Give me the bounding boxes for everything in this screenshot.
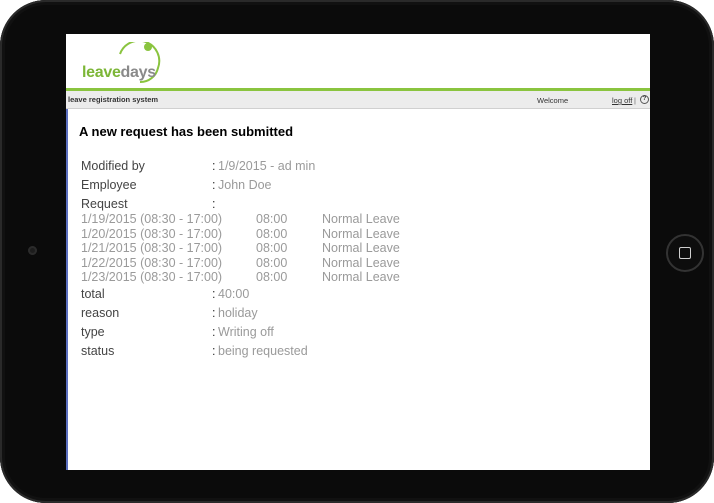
field-value: John Doe <box>218 178 272 192</box>
system-name: leave registration system <box>68 95 159 104</box>
logo-text-leave: leave <box>82 64 121 81</box>
request-hours: 08:00 <box>256 270 288 285</box>
field-employee: Employee : John Doe <box>79 178 639 197</box>
field-value: being requested <box>218 343 308 358</box>
field-colon: : <box>212 305 216 320</box>
home-button[interactable] <box>666 234 704 272</box>
camera-icon <box>28 246 37 255</box>
request-type: Normal Leave <box>322 270 400 285</box>
request-type: Normal Leave <box>322 241 400 256</box>
logoff-link[interactable]: log off <box>612 96 632 105</box>
field-modified-by: Modified by : 1/9/2015 - ad min <box>79 159 639 178</box>
request-type: Normal Leave <box>322 212 400 226</box>
list-item: 1/21/2015 (08:30 - 17:00) 08:00 Normal L… <box>79 241 639 256</box>
leavedays-logo: leavedays <box>82 42 182 84</box>
sub-header-bar: leave registration system Welcome log of… <box>66 91 650 109</box>
field-value: Writing off <box>218 324 274 339</box>
logo-text-days: days <box>120 64 157 81</box>
home-button-icon <box>679 247 691 259</box>
list-item: 1/20/2015 (08:30 - 17:00) 08:00 Normal L… <box>79 227 639 242</box>
field-colon: : <box>212 343 216 358</box>
field-total: total : 40:00 <box>79 287 639 306</box>
list-item: 1/23/2015 (08:30 - 17:00) 08:00 Normal L… <box>79 270 639 285</box>
field-label: Request <box>81 197 128 211</box>
field-colon: : <box>212 178 216 192</box>
request-date: 1/22/2015 (08:30 - 17:00) <box>81 255 223 270</box>
request-hours: 08:00 <box>256 241 288 256</box>
field-value: holiday <box>218 305 258 320</box>
field-colon: : <box>212 197 216 211</box>
request-date: 1/19/2015 (08:30 - 17:00) <box>81 212 223 226</box>
request-hours: 08:00 <box>256 255 288 270</box>
field-status: status : being requested <box>79 344 639 363</box>
list-item: 1/19/2015 (08:30 - 17:00) 08:00 Normal L… <box>79 212 639 227</box>
request-details: A new request has been submitted Modifie… <box>79 124 639 363</box>
field-label: Modified by <box>81 159 145 173</box>
request-date: 1/20/2015 (08:30 - 17:00) <box>81 226 223 241</box>
request-list: 1/19/2015 (08:30 - 17:00) 08:00 Normal L… <box>79 212 639 285</box>
field-colon: : <box>212 286 216 301</box>
field-value: 40:00 <box>218 286 250 301</box>
field-reason: reason : holiday <box>79 306 639 325</box>
field-label: reason <box>81 305 120 320</box>
request-hours: 08:00 <box>256 226 288 241</box>
page-title: A new request has been submitted <box>79 124 294 139</box>
request-type: Normal Leave <box>322 226 400 241</box>
field-type: type : Writing off <box>79 325 639 344</box>
field-label: total <box>81 286 105 301</box>
welcome-text: Welcome <box>537 96 569 105</box>
separator: | <box>634 96 636 105</box>
app-header: leavedays <box>66 34 650 88</box>
tablet-frame: leavedays leave registration system Welc… <box>0 0 714 503</box>
field-label: type <box>81 324 105 339</box>
field-value: 1/9/2015 - ad min <box>218 159 316 173</box>
field-colon: : <box>212 324 216 339</box>
request-hours: 08:00 <box>256 212 288 226</box>
field-colon: : <box>212 159 216 173</box>
request-type: Normal Leave <box>322 255 400 270</box>
screen: leavedays leave registration system Welc… <box>66 34 650 470</box>
help-icon[interactable]: ? <box>640 95 649 104</box>
list-item: 1/22/2015 (08:30 - 17:00) 08:00 Normal L… <box>79 256 639 271</box>
request-date: 1/23/2015 (08:30 - 17:00) <box>81 270 223 285</box>
request-date: 1/21/2015 (08:30 - 17:00) <box>81 241 223 256</box>
field-label: Employee <box>81 178 137 192</box>
field-label: status <box>81 343 115 358</box>
